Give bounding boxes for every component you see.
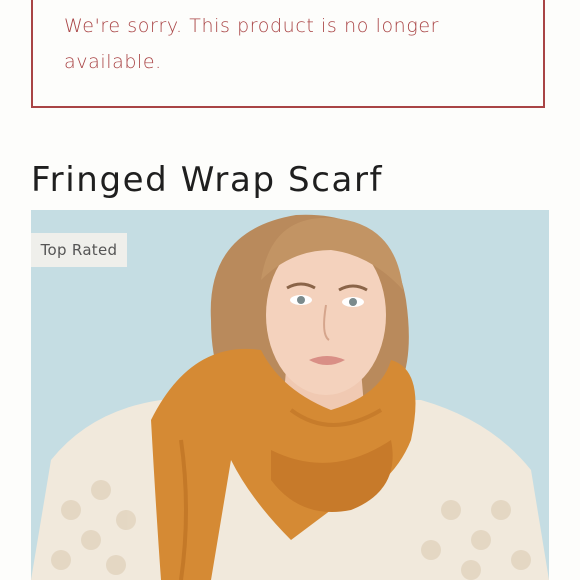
top-rated-badge: Top Rated [31, 233, 127, 267]
alert-message: We're sorry. This product is no longer a… [64, 15, 440, 73]
unavailable-alert: We're sorry. This product is no longer a… [31, 0, 545, 108]
product-page: We're sorry. This product is no longer a… [0, 0, 580, 580]
product-title: Fringed Wrap Scarf [31, 160, 384, 200]
